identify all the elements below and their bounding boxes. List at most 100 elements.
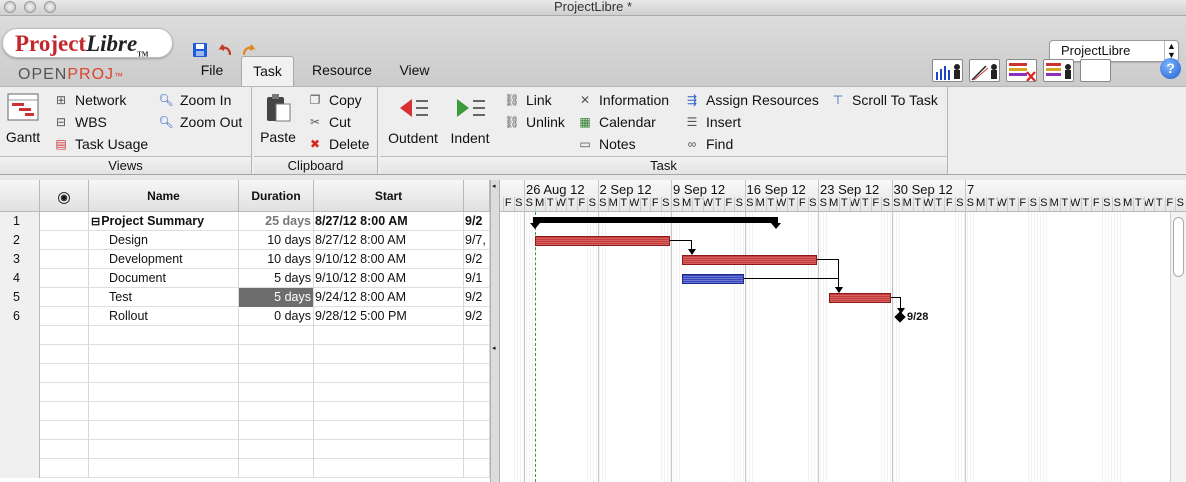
indicators-header[interactable]: ◉ xyxy=(40,180,89,212)
row-number[interactable] xyxy=(0,345,40,364)
finish-cell[interactable] xyxy=(464,440,490,459)
finish-cell[interactable] xyxy=(464,459,490,478)
start-cell[interactable] xyxy=(314,459,464,478)
network-button[interactable]: ⊞ Network xyxy=(53,92,126,108)
duration-cell[interactable]: 10 days xyxy=(239,231,314,250)
indicator-cell[interactable] xyxy=(40,440,89,459)
name-cell[interactable]: Document xyxy=(89,269,239,288)
row-number[interactable] xyxy=(0,421,40,440)
indicator-cell[interactable] xyxy=(40,212,89,231)
indicator-cell[interactable] xyxy=(40,421,89,440)
indicator-cell[interactable] xyxy=(40,231,89,250)
row-number[interactable] xyxy=(0,402,40,421)
finish-cell[interactable] xyxy=(464,364,490,383)
help-button[interactable]: ? xyxy=(1160,58,1181,79)
delete-button[interactable]: ✖ Delete xyxy=(307,136,370,152)
finish-cell[interactable]: 9/1 xyxy=(464,269,490,288)
notes-button[interactable]: ▭ Notes xyxy=(577,136,635,152)
find-button[interactable]: ∞ Find xyxy=(684,136,734,152)
duration-cell[interactable] xyxy=(239,421,314,440)
tab-resource[interactable]: Resource xyxy=(306,56,378,86)
empty-table-row[interactable] xyxy=(0,402,490,421)
row-number[interactable]: 6 xyxy=(0,307,40,326)
outdent-button[interactable]: Outdent xyxy=(384,95,442,146)
unlink-button[interactable]: ⛓ Unlink xyxy=(504,114,565,130)
duration-cell[interactable]: 0 days xyxy=(239,307,314,326)
empty-table-row[interactable] xyxy=(0,459,490,478)
indicator-cell[interactable] xyxy=(40,326,89,345)
duration-cell[interactable] xyxy=(239,440,314,459)
row-number[interactable]: 3 xyxy=(0,250,40,269)
name-cell[interactable] xyxy=(89,421,239,440)
finish-cell[interactable] xyxy=(464,421,490,440)
empty-table-row[interactable] xyxy=(0,421,490,440)
start-cell[interactable] xyxy=(314,383,464,402)
finish-cell[interactable]: 9/7, xyxy=(464,231,490,250)
start-cell[interactable]: 9/24/12 8:00 AM xyxy=(314,288,464,307)
indicator-cell[interactable] xyxy=(40,364,89,383)
insert-button[interactable]: ☰ Insert xyxy=(684,114,741,130)
name-cell[interactable]: ⊟Project Summary xyxy=(89,212,239,231)
assign-resources-button[interactable]: ⇶ Assign Resources xyxy=(684,92,819,108)
start-cell[interactable] xyxy=(314,402,464,421)
information-button[interactable]: ✕ Information xyxy=(577,92,669,108)
task-bar[interactable] xyxy=(681,255,817,265)
tab-task[interactable]: Task xyxy=(241,56,294,86)
name-cell[interactable] xyxy=(89,326,239,345)
summary-bar[interactable] xyxy=(532,217,778,223)
scroll-to-task-button[interactable]: ⊤ Scroll To Task xyxy=(830,92,938,108)
table-row[interactable]: 1 ⊟Project Summary 25 days 8/27/12 8:00 AM 9… xyxy=(0,212,490,231)
tab-view[interactable]: View xyxy=(392,56,437,86)
row-number[interactable] xyxy=(0,440,40,459)
finish-column-header[interactable] xyxy=(464,180,490,212)
name-cell[interactable]: Test xyxy=(89,288,239,307)
link-button[interactable]: ⛓ Link xyxy=(504,92,551,108)
table-row[interactable]: 5 Test 5 days 9/24/12 8:00 AM 9/2 xyxy=(0,288,490,307)
table-row[interactable]: 4 Document 5 days 9/10/12 8:00 AM 9/1 xyxy=(0,269,490,288)
indicator-cell[interactable] xyxy=(40,459,89,478)
indicator-cell[interactable] xyxy=(40,345,89,364)
split-divider[interactable]: ◂ ◂ xyxy=(490,180,500,482)
start-cell[interactable]: 8/27/12 8:00 AM xyxy=(314,231,464,250)
empty-table-row[interactable] xyxy=(0,364,490,383)
duration-cell[interactable]: 5 days xyxy=(239,269,314,288)
indicator-cell[interactable] xyxy=(40,250,89,269)
cut-button[interactable]: ✂ Cut xyxy=(307,114,351,130)
zoom-out-button[interactable]: 🔍︎ Zoom Out xyxy=(158,114,242,130)
name-cell[interactable]: Rollout xyxy=(89,307,239,326)
chart-view-button[interactable] xyxy=(969,59,1000,82)
task-bar[interactable] xyxy=(681,274,744,284)
finish-cell[interactable]: 9/2 xyxy=(464,250,490,269)
calendar-button[interactable]: ▦ Calendar xyxy=(577,114,656,130)
finish-cell[interactable]: 9/2 xyxy=(464,288,490,307)
indicator-cell[interactable] xyxy=(40,269,89,288)
indicator-cell[interactable] xyxy=(40,307,89,326)
table-row[interactable]: 6 Rollout 0 days 9/28/12 5:00 PM 9/2 xyxy=(0,307,490,326)
resource-histogram-view-button[interactable] xyxy=(932,59,963,82)
task-bar[interactable] xyxy=(828,293,891,303)
name-cell[interactable]: Design xyxy=(89,231,239,250)
name-cell[interactable] xyxy=(89,402,239,421)
row-number[interactable] xyxy=(0,364,40,383)
scroll-thumb[interactable] xyxy=(1173,217,1184,277)
expand-right-icon[interactable]: ◂ xyxy=(492,344,496,352)
duration-column-header[interactable]: Duration xyxy=(239,180,314,212)
wbs-button[interactable]: ⊟ WBS xyxy=(53,114,107,130)
name-cell[interactable] xyxy=(89,440,239,459)
name-cell[interactable] xyxy=(89,383,239,402)
empty-table-row[interactable] xyxy=(0,440,490,459)
resource-usage-view-button[interactable] xyxy=(1043,59,1074,82)
start-cell[interactable] xyxy=(314,440,464,459)
row-number[interactable]: 4 xyxy=(0,269,40,288)
start-cell[interactable] xyxy=(314,326,464,345)
finish-cell[interactable] xyxy=(464,383,490,402)
indent-button[interactable]: Indent xyxy=(446,95,494,146)
start-cell[interactable]: 9/28/12 5:00 PM xyxy=(314,307,464,326)
duration-cell[interactable]: 25 days xyxy=(239,212,314,231)
start-cell[interactable] xyxy=(314,345,464,364)
row-number[interactable]: 2 xyxy=(0,231,40,250)
duration-cell[interactable]: 10 days xyxy=(239,250,314,269)
finish-cell[interactable] xyxy=(464,402,490,421)
tab-file[interactable]: File xyxy=(190,56,234,86)
name-column-header[interactable]: Name xyxy=(89,180,239,212)
